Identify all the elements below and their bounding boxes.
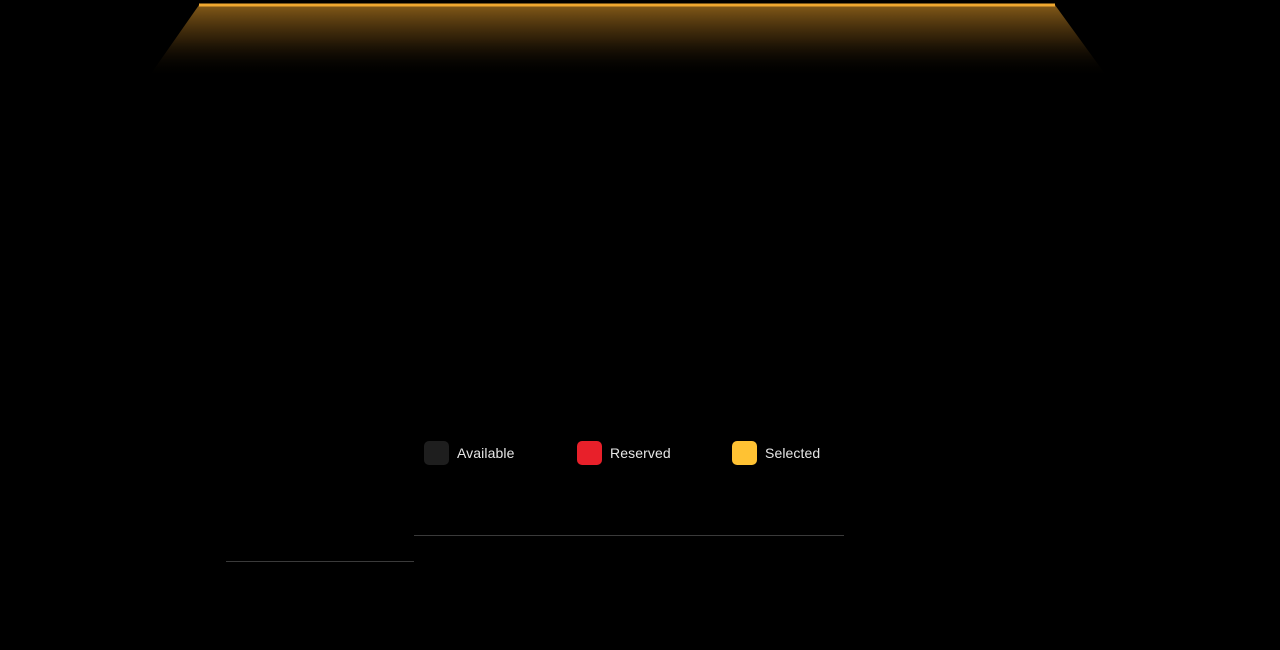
legend-reserved-label: Reserved [610, 445, 671, 461]
reserved-swatch [577, 441, 602, 465]
screen-glow [148, 3, 1108, 78]
cinema-screen [0, 0, 1280, 90]
seat-legend: Available Reserved Selected [0, 441, 1280, 465]
legend-reserved: Reserved [577, 441, 671, 465]
legend-selected: Selected [732, 441, 820, 465]
legend-available: Available [424, 441, 514, 465]
screen-light-cone [148, 5, 1108, 78]
selected-swatch [732, 441, 757, 465]
divider-line-left [226, 561, 414, 562]
divider-line [414, 535, 844, 536]
available-swatch [424, 441, 449, 465]
legend-selected-label: Selected [765, 445, 821, 461]
legend-available-label: Available [457, 445, 515, 461]
